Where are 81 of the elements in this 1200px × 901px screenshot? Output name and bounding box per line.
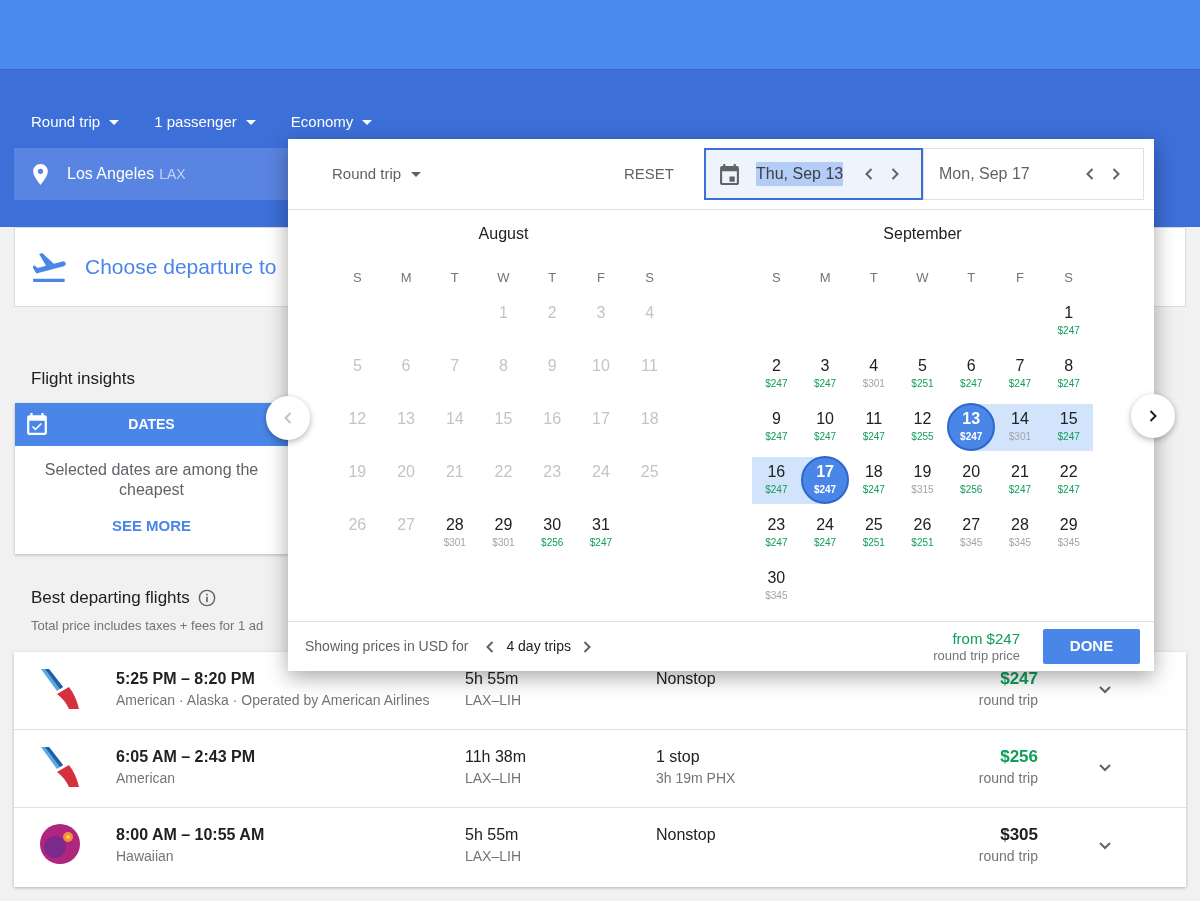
day-price: $247 bbox=[960, 431, 983, 443]
day-price: $315 bbox=[911, 484, 934, 496]
flight-price: $247 bbox=[1000, 669, 1038, 689]
weekday-label: W bbox=[497, 269, 510, 288]
day-price: $247 bbox=[765, 537, 788, 549]
route-codes: LAX–LIH bbox=[465, 691, 522, 709]
airline-names: Hawaiian bbox=[116, 847, 174, 865]
section-title: Best departing flights bbox=[31, 588, 190, 608]
from-price: from $247 bbox=[952, 629, 1020, 648]
day-price: $247 bbox=[1057, 431, 1080, 443]
weekday-label: S bbox=[353, 269, 362, 288]
day-price: $247 bbox=[1008, 378, 1032, 390]
date-value: Mon, Sep 17 bbox=[939, 164, 1030, 184]
price-note: Total price includes taxes + fees for 1 ad bbox=[31, 617, 264, 635]
weekday-label: W bbox=[916, 269, 929, 288]
weekday-label: S bbox=[645, 269, 654, 288]
day-price: $247 bbox=[765, 431, 788, 443]
day-price: $251 bbox=[862, 537, 885, 549]
day-price: $301 bbox=[492, 537, 515, 549]
flight-times: 8:00 AM – 10:55 AM bbox=[116, 825, 265, 845]
day-price: $247 bbox=[960, 378, 983, 390]
day-price: $256 bbox=[960, 484, 983, 496]
day-price: $301 bbox=[443, 537, 466, 549]
day-price: $247 bbox=[862, 484, 885, 496]
airline-names: American bbox=[116, 769, 176, 787]
weekday-label: F bbox=[596, 269, 605, 288]
section-title: Flight insights bbox=[31, 369, 135, 389]
day-price: $301 bbox=[1008, 431, 1032, 443]
flight-price: $305 bbox=[1000, 825, 1038, 845]
day-price: $247 bbox=[813, 431, 837, 443]
weekday-label: M bbox=[819, 269, 831, 288]
day-price: $247 bbox=[765, 484, 788, 496]
flight-duration: 5h 55m bbox=[465, 669, 519, 689]
flight-duration: 5h 55m bbox=[465, 825, 519, 845]
day-price: $345 bbox=[1008, 537, 1032, 549]
day-price: $247 bbox=[813, 378, 837, 390]
price-type: round trip bbox=[978, 691, 1038, 709]
weekday-label: S bbox=[1064, 269, 1073, 288]
flight-times: 5:25 PM – 8:20 PM bbox=[116, 669, 255, 689]
flight-price: $256 bbox=[1000, 747, 1038, 767]
day-price: $345 bbox=[960, 537, 983, 549]
route-codes: LAX–LIH bbox=[465, 769, 522, 787]
weekday-label: T bbox=[967, 269, 976, 288]
layover-info: 3h 19m PHX bbox=[656, 769, 736, 787]
day-price: $247 bbox=[1057, 484, 1080, 496]
day-price: $247 bbox=[765, 378, 788, 390]
weekday-label: T bbox=[869, 269, 878, 288]
day-price: $251 bbox=[911, 378, 934, 390]
stop-count: Nonstop bbox=[656, 669, 716, 689]
day-price: $247 bbox=[1057, 325, 1080, 337]
day-price: $255 bbox=[911, 431, 934, 443]
date-value: Thu, Sep 13 bbox=[756, 162, 844, 186]
weekday-label: S bbox=[772, 269, 781, 288]
weekday-label: T bbox=[450, 269, 459, 288]
stop-count: 1 stop bbox=[656, 747, 700, 767]
day-price: $256 bbox=[541, 537, 564, 549]
weekday-label: M bbox=[400, 269, 412, 288]
month-name: August bbox=[478, 224, 529, 244]
flight-duration: 11h 38m bbox=[465, 747, 527, 767]
route-codes: LAX–LIH bbox=[465, 847, 522, 865]
price-type: round trip bbox=[978, 847, 1038, 865]
day-price: $247 bbox=[813, 484, 837, 496]
day-price: $345 bbox=[765, 590, 788, 602]
insight-message: Selected dates are among the cheapest bbox=[43, 460, 260, 500]
day-price: $247 bbox=[589, 537, 613, 549]
day-price: $301 bbox=[862, 378, 885, 390]
day-price: $247 bbox=[813, 537, 837, 549]
city-name: Los Angeles bbox=[67, 164, 155, 184]
airline-names: American · Alaska · Operated by American Airlines bbox=[116, 691, 430, 709]
day-price: $247 bbox=[862, 431, 885, 443]
weekday-label: F bbox=[1015, 269, 1024, 288]
stop-count: Nonstop bbox=[656, 825, 716, 845]
weekday-label: T bbox=[548, 269, 557, 288]
flight-times: 6:05 AM – 2:43 PM bbox=[116, 747, 255, 767]
month-name: September bbox=[883, 224, 962, 244]
day-price: $247 bbox=[1057, 378, 1080, 390]
day-price: $345 bbox=[1057, 537, 1080, 549]
day-price: $247 bbox=[1008, 484, 1032, 496]
airport-code: LAX bbox=[159, 164, 186, 184]
day-price: $251 bbox=[911, 537, 934, 549]
price-type: round trip bbox=[978, 769, 1038, 787]
